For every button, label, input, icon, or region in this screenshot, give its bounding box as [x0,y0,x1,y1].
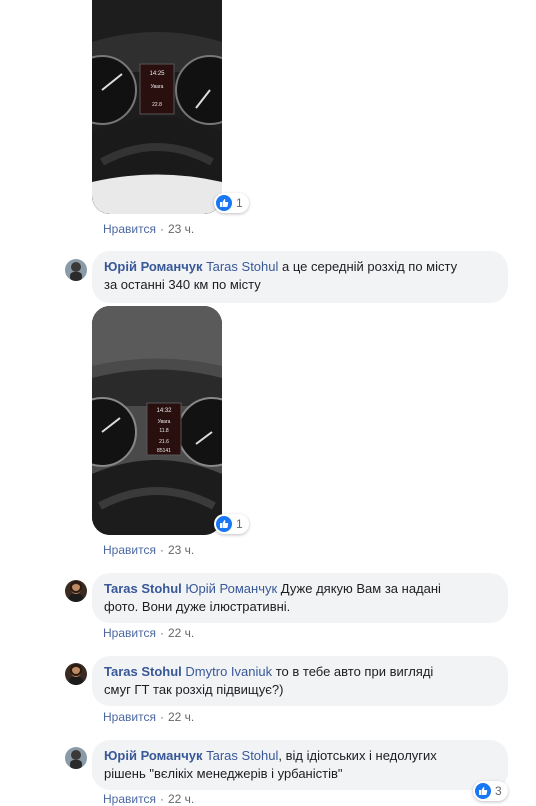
avatar[interactable] [65,747,87,769]
timestamp[interactable]: 22 ч. [168,710,194,724]
comment-bubble: Юрій Романчук Taras Stohul, від ідіотськ… [92,740,508,790]
reaction-badge[interactable]: 1 [214,193,249,213]
reaction-count: 1 [236,196,243,210]
reaction-count: 3 [495,784,502,798]
thumbs-up-icon [216,516,232,532]
comment-author[interactable]: Taras Stohul [104,581,182,596]
screen-consumption: 11.8 [159,428,169,434]
dashboard-photo-image: 14:25 Увага 22.8 [92,0,222,214]
screen-clock: 14:25 [149,71,165,77]
comment-bubble: Taras Stohul Юрій Романчук Дуже дякую Ва… [92,573,508,623]
comment-text: а це середній розхід по місту [282,259,458,274]
comment-author[interactable]: Taras Stohul [104,664,182,679]
comment-meta: Нравится · 22 ч. [103,626,195,640]
comment-photo[interactable]: 14:32 Увага 11.8 21.6 85141 [92,306,222,535]
thumbs-up-icon [475,783,491,799]
like-link[interactable]: Нравится [103,543,156,557]
comment-text: , від ідіотських і недолугих [278,748,437,763]
comment-text: рішень "вєлікіх менеджерів і урбаністів" [104,766,343,781]
like-link[interactable]: Нравится [103,792,156,806]
comment-meta: Нравится · 23 ч. [103,222,195,236]
reaction-badge[interactable]: 3 [473,781,508,801]
avatar[interactable] [65,580,87,602]
comment-text: фото. Вони дуже ілюстративні. [104,599,291,614]
comment-mention[interactable]: Taras Stohul [206,259,278,274]
comment-meta: Нравится · 22 ч. [103,792,195,806]
like-link[interactable]: Нравится [103,710,156,724]
avatar[interactable] [65,663,87,685]
comment-meta: Нравится · 23 ч. [103,543,195,557]
comment-mention[interactable]: Dmytro Ivaniuk [185,664,272,679]
screen-label: Увага [158,419,171,425]
screen-label: Увага [151,84,164,90]
screen-odo: 21.6 [159,439,169,445]
dashboard-photo-image: 14:32 Увага 11.8 21.6 85141 [92,306,222,535]
screen-clock: 14:32 [156,408,172,414]
timestamp[interactable]: 22 ч. [168,626,194,640]
comment-author[interactable]: Юрій Романчук [104,259,203,274]
screen-odo: 22.8 [152,102,162,108]
comment-text: смуг ГТ так розхід підвищує?) [104,682,284,697]
comment-text: за останні 340 км по місту [104,277,261,292]
comment-mention[interactable]: Taras Stohul [206,748,278,763]
avatar[interactable] [65,259,87,281]
comment-bubble: Taras Stohul Dmytro Ivaniuk то в тебе ав… [92,656,508,706]
thumbs-up-icon [216,195,232,211]
timestamp[interactable]: 23 ч. [168,222,194,236]
comment-text: Дуже дякую Вам за надані [280,581,441,596]
comment-bubble: Юрій Романчук Taras Stohul а це середній… [92,251,508,303]
comment-text: то в тебе авто при вигляді [275,664,434,679]
comment-author[interactable]: Юрій Романчук [104,748,203,763]
comment-mention[interactable]: Юрій Романчук [185,581,277,596]
like-link[interactable]: Нравится [103,222,156,236]
reaction-count: 1 [236,517,243,531]
timestamp[interactable]: 23 ч. [168,543,194,557]
like-link[interactable]: Нравится [103,626,156,640]
comment-photo[interactable]: 14:25 Увага 22.8 [92,0,222,214]
comment-meta: Нравится · 22 ч. [103,710,195,724]
reaction-badge[interactable]: 1 [214,514,249,534]
screen-trip: 85141 [157,448,171,454]
timestamp[interactable]: 22 ч. [168,792,194,806]
